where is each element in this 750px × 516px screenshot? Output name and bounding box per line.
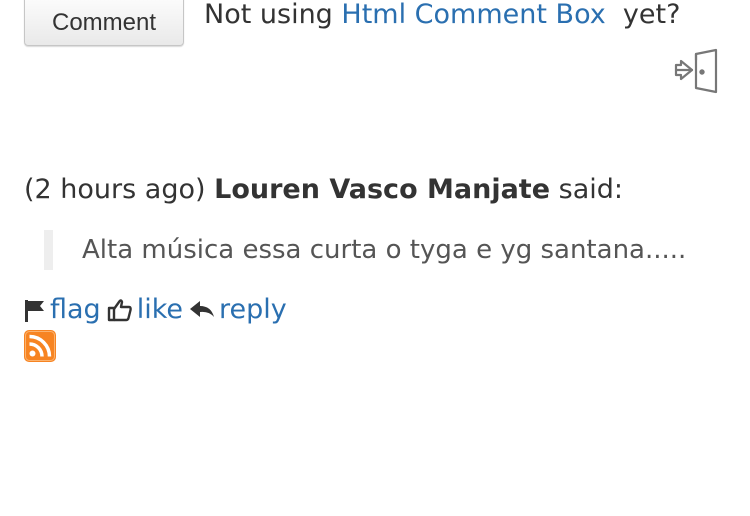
- flag-link[interactable]: flag: [50, 292, 101, 328]
- html-comment-box-link[interactable]: Html Comment Box: [341, 0, 605, 30]
- promo-suffix: yet?: [605, 0, 681, 30]
- comment-header: (2 hours ago) Louren Vasco Manjate said:: [24, 172, 623, 208]
- reply-arrow-icon: [189, 299, 215, 321]
- thumbs-up-icon: [107, 298, 133, 322]
- flag-icon: [24, 298, 46, 322]
- comment-body: Alta música essa curta o tyga e yg santa…: [44, 230, 750, 270]
- comment-widget: Comment Not using Html Comment Box yet? …: [0, 0, 750, 516]
- promo-prefix: Not using: [204, 0, 342, 30]
- rss-icon[interactable]: [24, 330, 56, 362]
- comment-time: (2 hours ago): [24, 174, 206, 205]
- like-link[interactable]: like: [137, 292, 183, 328]
- promo-text: Not using Html Comment Box yet?: [204, 0, 680, 32]
- comment-author: Louren Vasco Manjate: [214, 174, 551, 205]
- comment-actions: flag like reply: [24, 292, 293, 328]
- comment-button[interactable]: Comment: [24, 0, 184, 46]
- comment-said: said:: [558, 174, 623, 205]
- logout-icon[interactable]: [672, 48, 720, 94]
- reply-link[interactable]: reply: [219, 292, 287, 328]
